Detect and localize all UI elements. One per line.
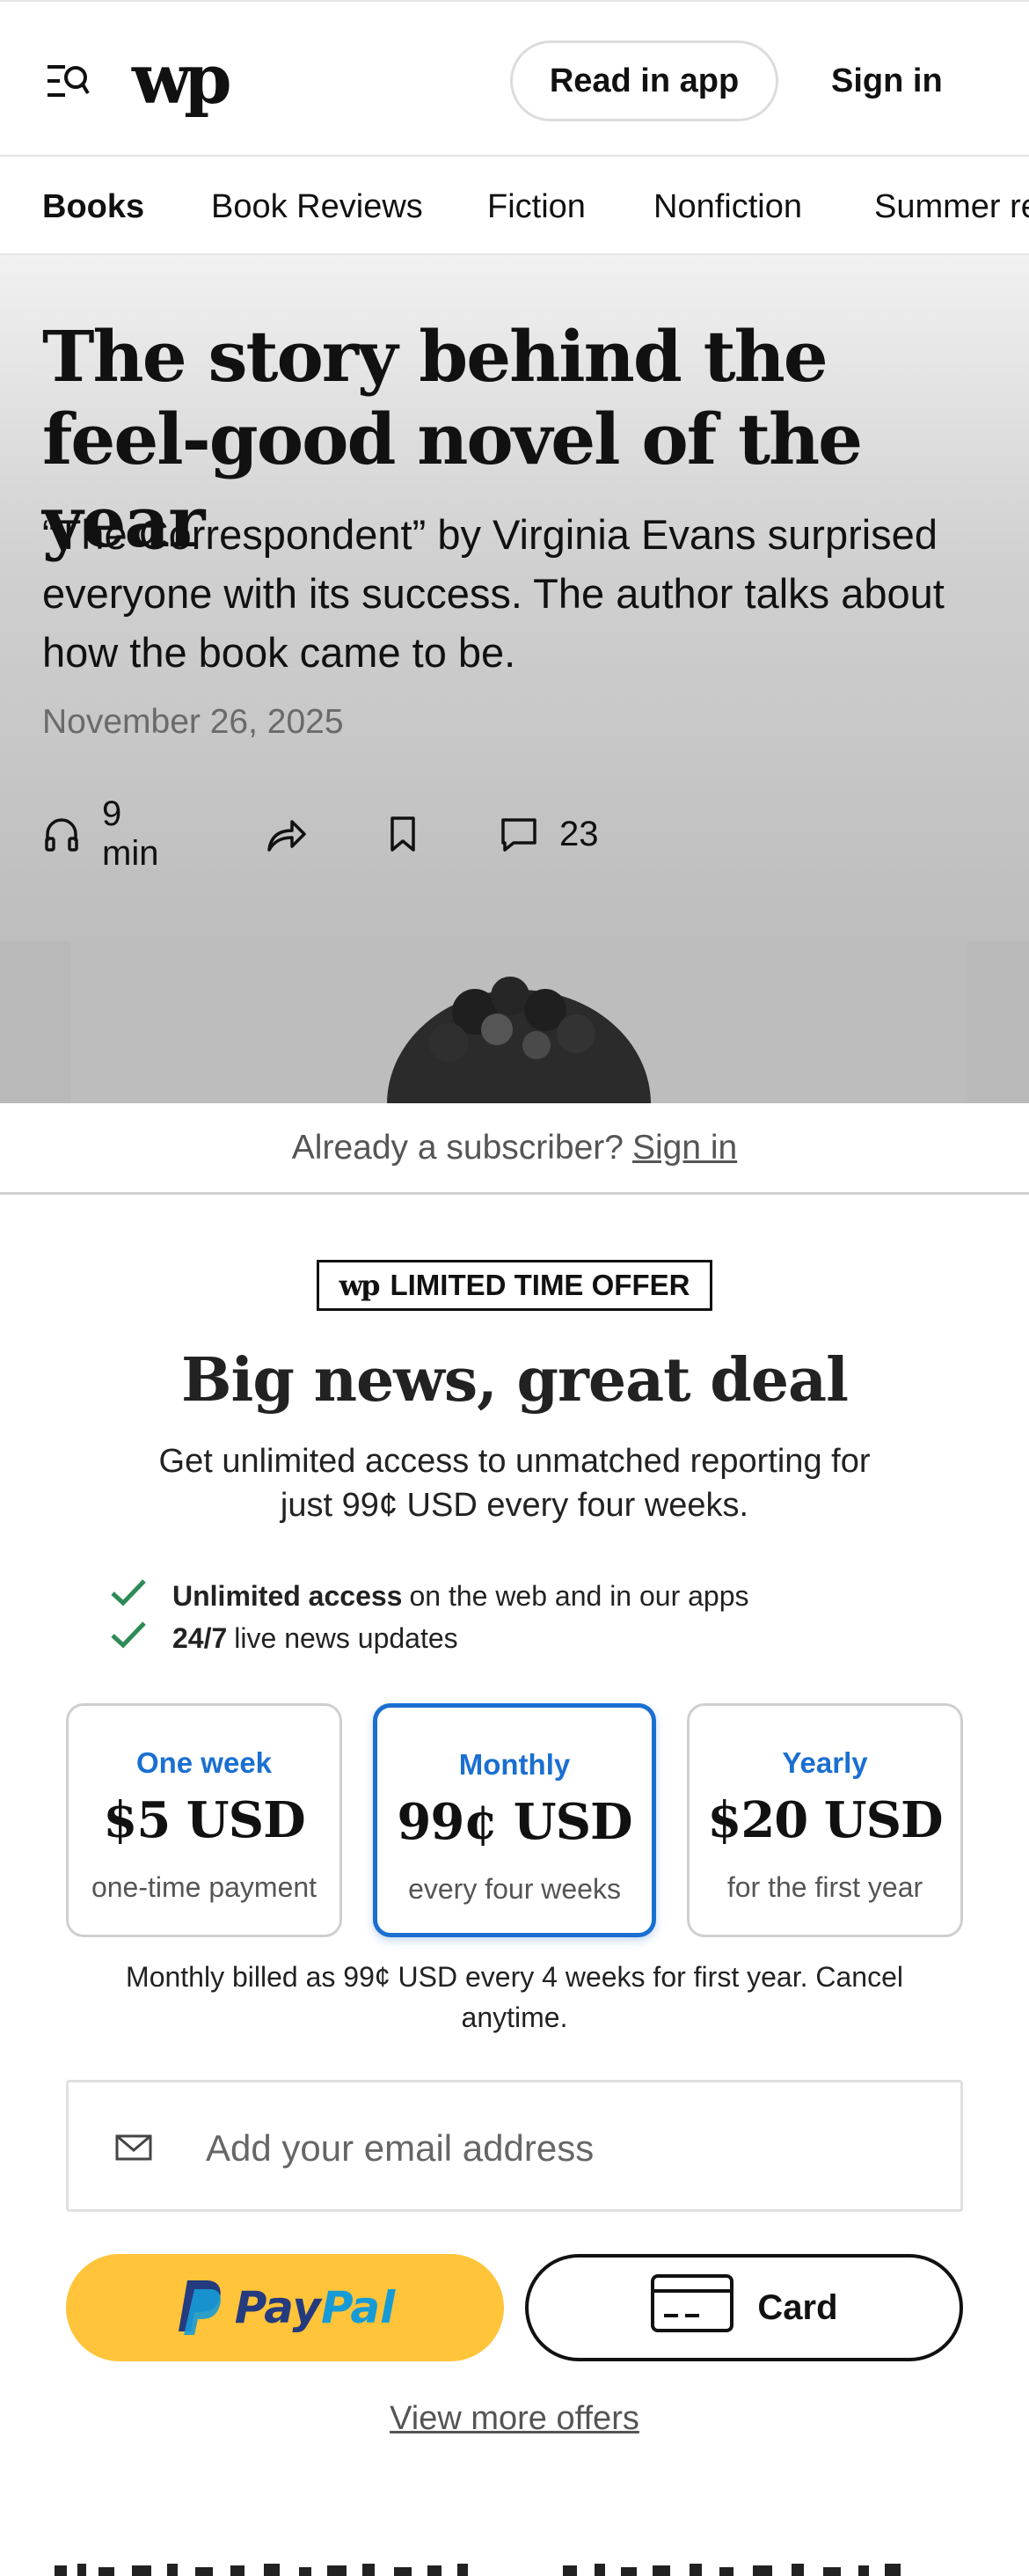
- plan-card-yearly[interactable]: Yearly $20 USD for the first year: [687, 1703, 963, 1937]
- plan-price: 99¢ USD: [397, 1793, 632, 1851]
- email-input[interactable]: [206, 2116, 927, 2181]
- plan-note: every four weeks: [408, 1873, 621, 1905]
- badge-text: LIMITED TIME OFFER: [390, 1269, 690, 1301]
- limited-offer-badge: wp LIMITED TIME OFFER: [317, 1260, 712, 1311]
- menu-search-icon[interactable]: [46, 62, 90, 100]
- nav-item-summer-reading[interactable]: Summer reading: [874, 185, 1029, 229]
- article-date: November 26, 2025: [42, 703, 344, 741]
- plan-card-monthly[interactable]: Monthly 99¢ USD every four weeks: [373, 1703, 656, 1937]
- share-icon: [266, 815, 308, 853]
- read-in-app-button[interactable]: Read in app: [510, 40, 778, 121]
- paypal-icon: [175, 2277, 224, 2339]
- nav-item-books[interactable]: Books: [42, 185, 144, 229]
- subscriber-sign-in-link[interactable]: Sign in: [632, 1129, 737, 1167]
- benefit-bold: 24/7: [172, 1621, 228, 1654]
- plan-note: for the first year: [726, 1871, 923, 1903]
- plan-name: One week: [135, 1746, 273, 1779]
- nav-item-nonfiction[interactable]: Nonfiction: [653, 185, 802, 229]
- billing-note: Monthly billed as 99¢ USD every 4 weeks …: [126, 1961, 903, 2033]
- comment-count: 23: [559, 814, 599, 853]
- listen-time: 9 min: [102, 794, 159, 873]
- comments-button[interactable]: 23: [500, 808, 599, 860]
- check-icon: [109, 1577, 155, 1614]
- plan-card-one-week[interactable]: One week $5 USD one-time payment: [66, 1703, 342, 1937]
- benefit-item: Unlimited access on the web and in our a…: [109, 1575, 749, 1617]
- wp-logo[interactable]: wp: [132, 40, 232, 120]
- bookmark-icon: [385, 815, 420, 853]
- subscriber-row: Already a subscriber? Sign in: [0, 1103, 1029, 1195]
- nav-item-fiction[interactable]: Fiction: [487, 185, 586, 229]
- top-bar: wp Read in app Sign in: [0, 0, 1029, 157]
- headphones-icon: [42, 815, 81, 853]
- bookmark-button[interactable]: [385, 808, 420, 860]
- benefits-list: Unlimited access on the web and in our a…: [109, 1575, 749, 1659]
- paypal-pal-text: Pal: [320, 2282, 396, 2333]
- badge-logo: wp: [339, 1269, 381, 1302]
- card-label: Card: [757, 2287, 838, 2327]
- offer-title: Big news, great deal: [181, 1345, 849, 1416]
- comment-icon: [500, 815, 538, 853]
- benefit-text: live news updates: [234, 1621, 458, 1654]
- card-button[interactable]: Card: [525, 2254, 963, 2361]
- paypal-pay-text: Pay: [234, 2282, 321, 2333]
- article-photo: [0, 941, 1029, 1104]
- plan-name: Yearly: [782, 1746, 868, 1779]
- section-nav: Books Book Reviews Fiction Nonfiction Su…: [0, 158, 1029, 255]
- mail-icon: [114, 2128, 153, 2167]
- paypal-button[interactable]: PayPal: [66, 2254, 504, 2361]
- nav-item-book-reviews[interactable]: Book Reviews: [211, 185, 423, 229]
- subscriber-prompt: Already a subscriber?: [291, 1128, 624, 1167]
- plan-price: $5 USD: [103, 1791, 305, 1849]
- benefit-bold: Unlimited access: [172, 1579, 403, 1612]
- sign-in-button[interactable]: Sign in: [831, 40, 1007, 121]
- listen-button[interactable]: 9 min: [42, 794, 158, 873]
- paypal-wordmark: PayPal: [235, 2282, 396, 2333]
- plan-price: $20 USD: [707, 1791, 943, 1849]
- offer-subtitle: Get unlimited access to unmatched report…: [158, 1443, 871, 1524]
- email-field-container: [66, 2080, 963, 2212]
- view-more-offers-text: View more offers: [390, 2400, 639, 2437]
- cut-off-content: [0, 2557, 1029, 2576]
- view-more-offers-link[interactable]: View more offers: [0, 2400, 1029, 2438]
- check-icon: [109, 1620, 155, 1657]
- benefit-text: on the web and in our apps: [409, 1579, 749, 1612]
- article-dek: “The Correspondent” by Virginia Evans su…: [42, 511, 945, 676]
- plan-name: Monthly: [458, 1748, 571, 1781]
- share-button[interactable]: [266, 808, 308, 860]
- plan-note: one-time payment: [91, 1871, 317, 1903]
- credit-card-icon: [650, 2273, 757, 2342]
- benefit-item: 24/7 live news updates: [109, 1617, 749, 1659]
